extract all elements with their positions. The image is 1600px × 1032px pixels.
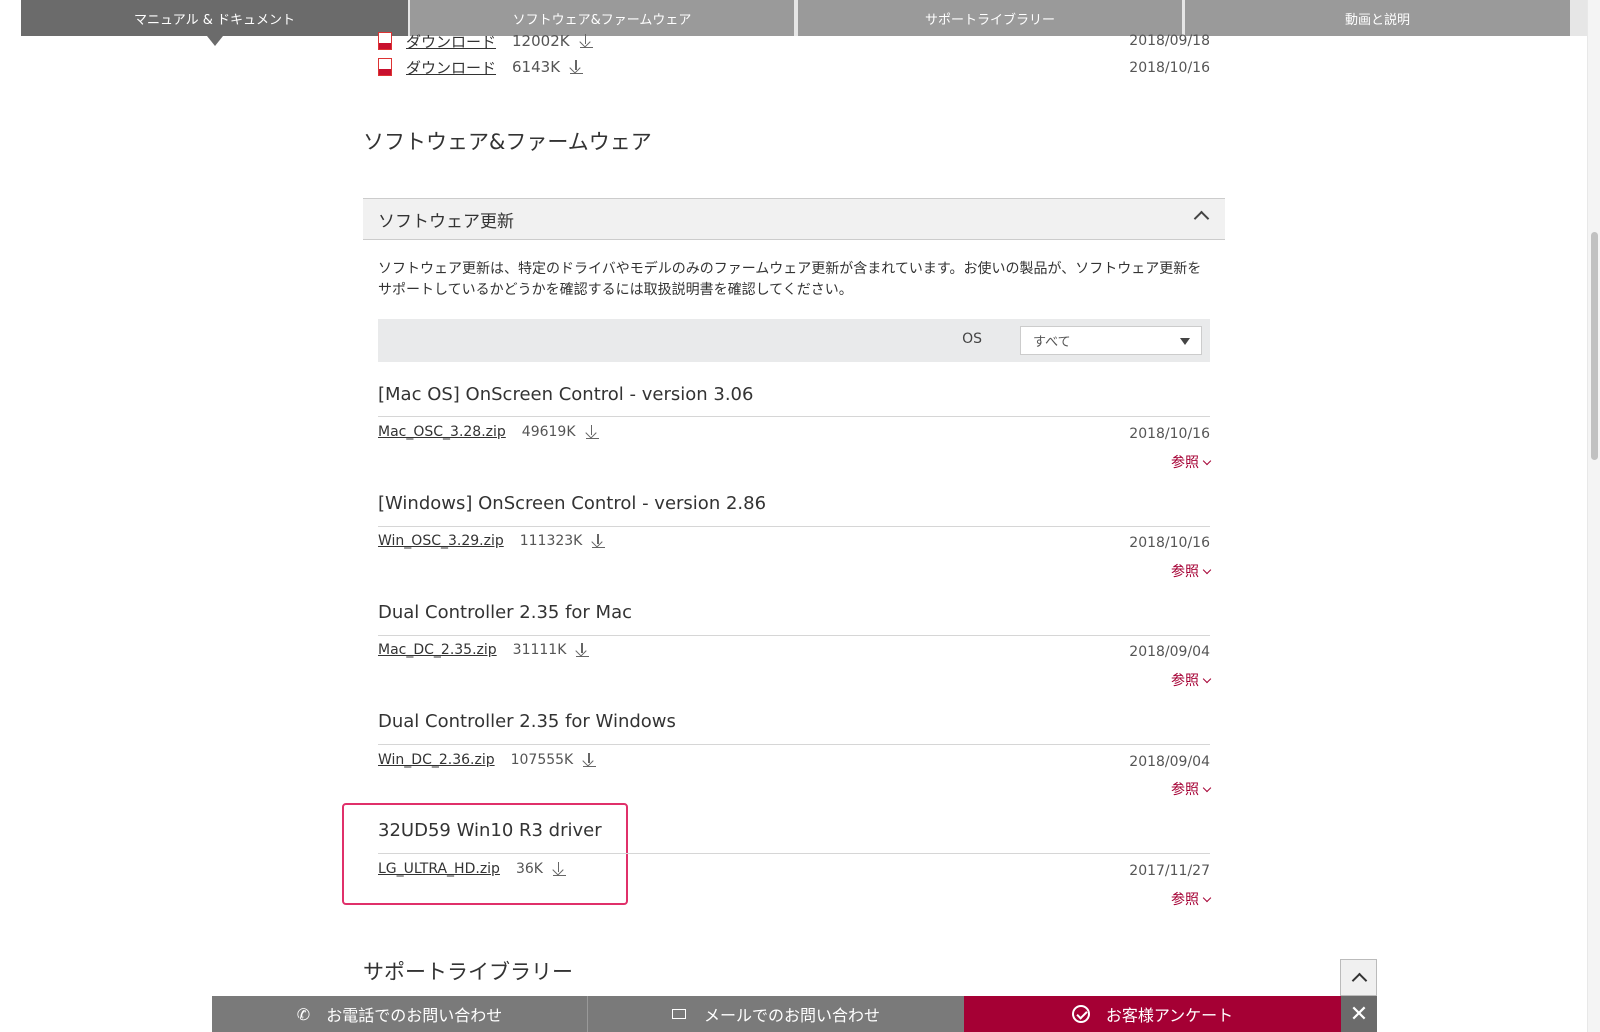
chevron-up-icon[interactable] (1193, 210, 1210, 227)
reference-toggle[interactable]: 参照 (1150, 561, 1212, 581)
download-icon[interactable] (583, 753, 597, 767)
file-size: 36K (515, 861, 543, 877)
file-size: 111323K (519, 533, 583, 549)
file-date: 2018/10/16 (1129, 535, 1210, 551)
close-icon: ✕ (1349, 1001, 1369, 1027)
chevron-down-icon (1202, 456, 1212, 466)
tab-label: ソフトウェア&ファームウェア (512, 12, 692, 28)
file-row: Mac_DC_2.35.zip 31111K (378, 642, 590, 658)
tab-manuals[interactable]: マニュアル & ドキュメント (21, 0, 408, 46)
divider (378, 744, 1210, 745)
os-filter-bar: OS すべて (378, 319, 1210, 362)
reference-toggle[interactable]: 参照 (1150, 670, 1212, 690)
tab-videos[interactable]: 動画と説明 (1185, 0, 1570, 36)
software-item-title: [Mac OS] OnScreen Control - version 3.06 (378, 384, 754, 405)
os-select[interactable]: すべて (1020, 326, 1202, 355)
highlight-box (342, 803, 628, 905)
chevron-down-icon (1202, 565, 1212, 575)
accordion-header[interactable]: ソフトウェア更新 (363, 198, 1225, 240)
survey-label: お客様アンケート (1105, 1006, 1234, 1025)
file-size: 49619K (521, 424, 576, 440)
reference-toggle[interactable]: 参照 (1150, 452, 1212, 472)
section-title: ソフトウェア&ファームウェア (363, 130, 652, 154)
download-icon[interactable] (585, 425, 599, 439)
document-date: 2018/10/16 (1129, 60, 1210, 76)
reference-label: 参照 (1171, 564, 1199, 580)
reference-label: 参照 (1171, 782, 1199, 798)
tab-label: サポートライブラリー (924, 12, 1055, 28)
reference-label: 参照 (1171, 673, 1199, 689)
bottom-contact-bar: ✆ お電話でのお問い合わせ メールでのお問い合わせ お客様アンケート ✕ (212, 996, 1377, 1032)
file-link[interactable]: LG_ULTRA_HD.zip (378, 861, 500, 877)
close-bar-button[interactable]: ✕ (1341, 996, 1377, 1032)
top-nav: マニュアル & ドキュメント ソフトウェア&ファームウェア サポートライブラリー… (0, 0, 1587, 46)
pdf-icon (378, 32, 392, 50)
accordion-description: ソフトウェア更新は、特定のドライバやモデルのみのファームウェア更新が含まれていま… (378, 261, 1202, 298)
file-size: 6143K (512, 58, 561, 76)
nav-gutter (0, 0, 21, 36)
divider (378, 526, 1210, 527)
chevron-down-icon (1202, 893, 1212, 903)
document-row: ダウンロード 12002K (378, 31, 593, 52)
file-row: LG_ULTRA_HD.zip 36K (378, 861, 566, 877)
accordion-title: ソフトウェア更新 (378, 211, 514, 232)
software-item-title: 32UD59 Win10 R3 driver (378, 820, 602, 841)
divider (378, 635, 1210, 636)
download-link[interactable]: ダウンロード (406, 57, 496, 78)
os-select-value: すべて (1033, 335, 1071, 350)
phone-icon: ✆ (296, 1004, 311, 1024)
back-to-top-button[interactable] (1340, 959, 1377, 996)
download-icon[interactable] (570, 60, 584, 74)
software-item-title: [Windows] OnScreen Control - version 2.8… (378, 493, 767, 514)
tab-label: 動画と説明 (1344, 12, 1410, 28)
reference-toggle[interactable]: 参照 (1150, 779, 1212, 799)
file-size: 31111K (512, 642, 567, 658)
file-link[interactable]: Win_DC_2.36.zip (378, 752, 495, 768)
scrollbar-thumb[interactable] (1591, 232, 1598, 460)
file-link[interactable]: Mac_DC_2.35.zip (378, 642, 497, 658)
document-row: ダウンロード 6143K (378, 57, 584, 78)
os-label: OS (962, 331, 982, 347)
software-item-title: Dual Controller 2.35 for Windows (378, 711, 676, 732)
file-row: Win_OSC_3.29.zip 111323K (378, 533, 606, 549)
reference-label: 参照 (1171, 892, 1199, 908)
file-date: 2017/11/27 (1129, 863, 1210, 879)
divider (378, 416, 1210, 417)
download-icon[interactable] (576, 643, 590, 657)
download-icon[interactable] (579, 34, 593, 48)
chevron-down-icon (1202, 783, 1212, 793)
software-item-title: Dual Controller 2.35 for Mac (378, 602, 633, 623)
file-row: Win_DC_2.36.zip 107555K (378, 752, 597, 768)
mail-icon (671, 1009, 686, 1019)
mail-contact-button[interactable]: メールでのお問い合わせ (588, 996, 964, 1032)
phone-contact-button[interactable]: ✆ お電話でのお問い合わせ (212, 996, 588, 1032)
document-date: 2018/09/18 (1129, 33, 1210, 49)
divider (378, 853, 1210, 854)
file-row: Mac_OSC_3.28.zip 49619K (378, 424, 599, 440)
download-icon[interactable] (592, 534, 606, 548)
file-link[interactable]: Win_OSC_3.29.zip (378, 533, 504, 549)
file-size: 12002K (512, 32, 570, 50)
page-scrollbar[interactable] (1587, 0, 1600, 1032)
active-tab-pointer (206, 36, 223, 46)
download-link[interactable]: ダウンロード (406, 31, 496, 52)
file-date: 2018/09/04 (1129, 754, 1210, 770)
chevron-down-icon (1202, 674, 1212, 684)
pdf-icon (378, 58, 392, 76)
survey-button[interactable]: お客様アンケート (964, 996, 1341, 1032)
file-date: 2018/09/04 (1129, 644, 1210, 660)
file-size: 107555K (510, 752, 574, 768)
tab-support-library[interactable]: サポートライブラリー (798, 0, 1182, 36)
mail-contact-label: メールでのお問い合わせ (703, 1006, 880, 1025)
tab-label: マニュアル & ドキュメント (133, 12, 295, 28)
file-link[interactable]: Mac_OSC_3.28.zip (378, 424, 506, 440)
reference-label: 参照 (1171, 455, 1199, 471)
reference-toggle[interactable]: 参照 (1150, 889, 1212, 909)
support-library-title: サポートライブラリー (363, 960, 573, 984)
file-date: 2018/10/16 (1129, 426, 1210, 442)
check-circle-icon (1071, 1005, 1090, 1023)
caret-down-icon (1180, 338, 1190, 345)
download-icon[interactable] (552, 862, 566, 876)
phone-contact-label: お電話でのお問い合わせ (326, 1006, 503, 1025)
